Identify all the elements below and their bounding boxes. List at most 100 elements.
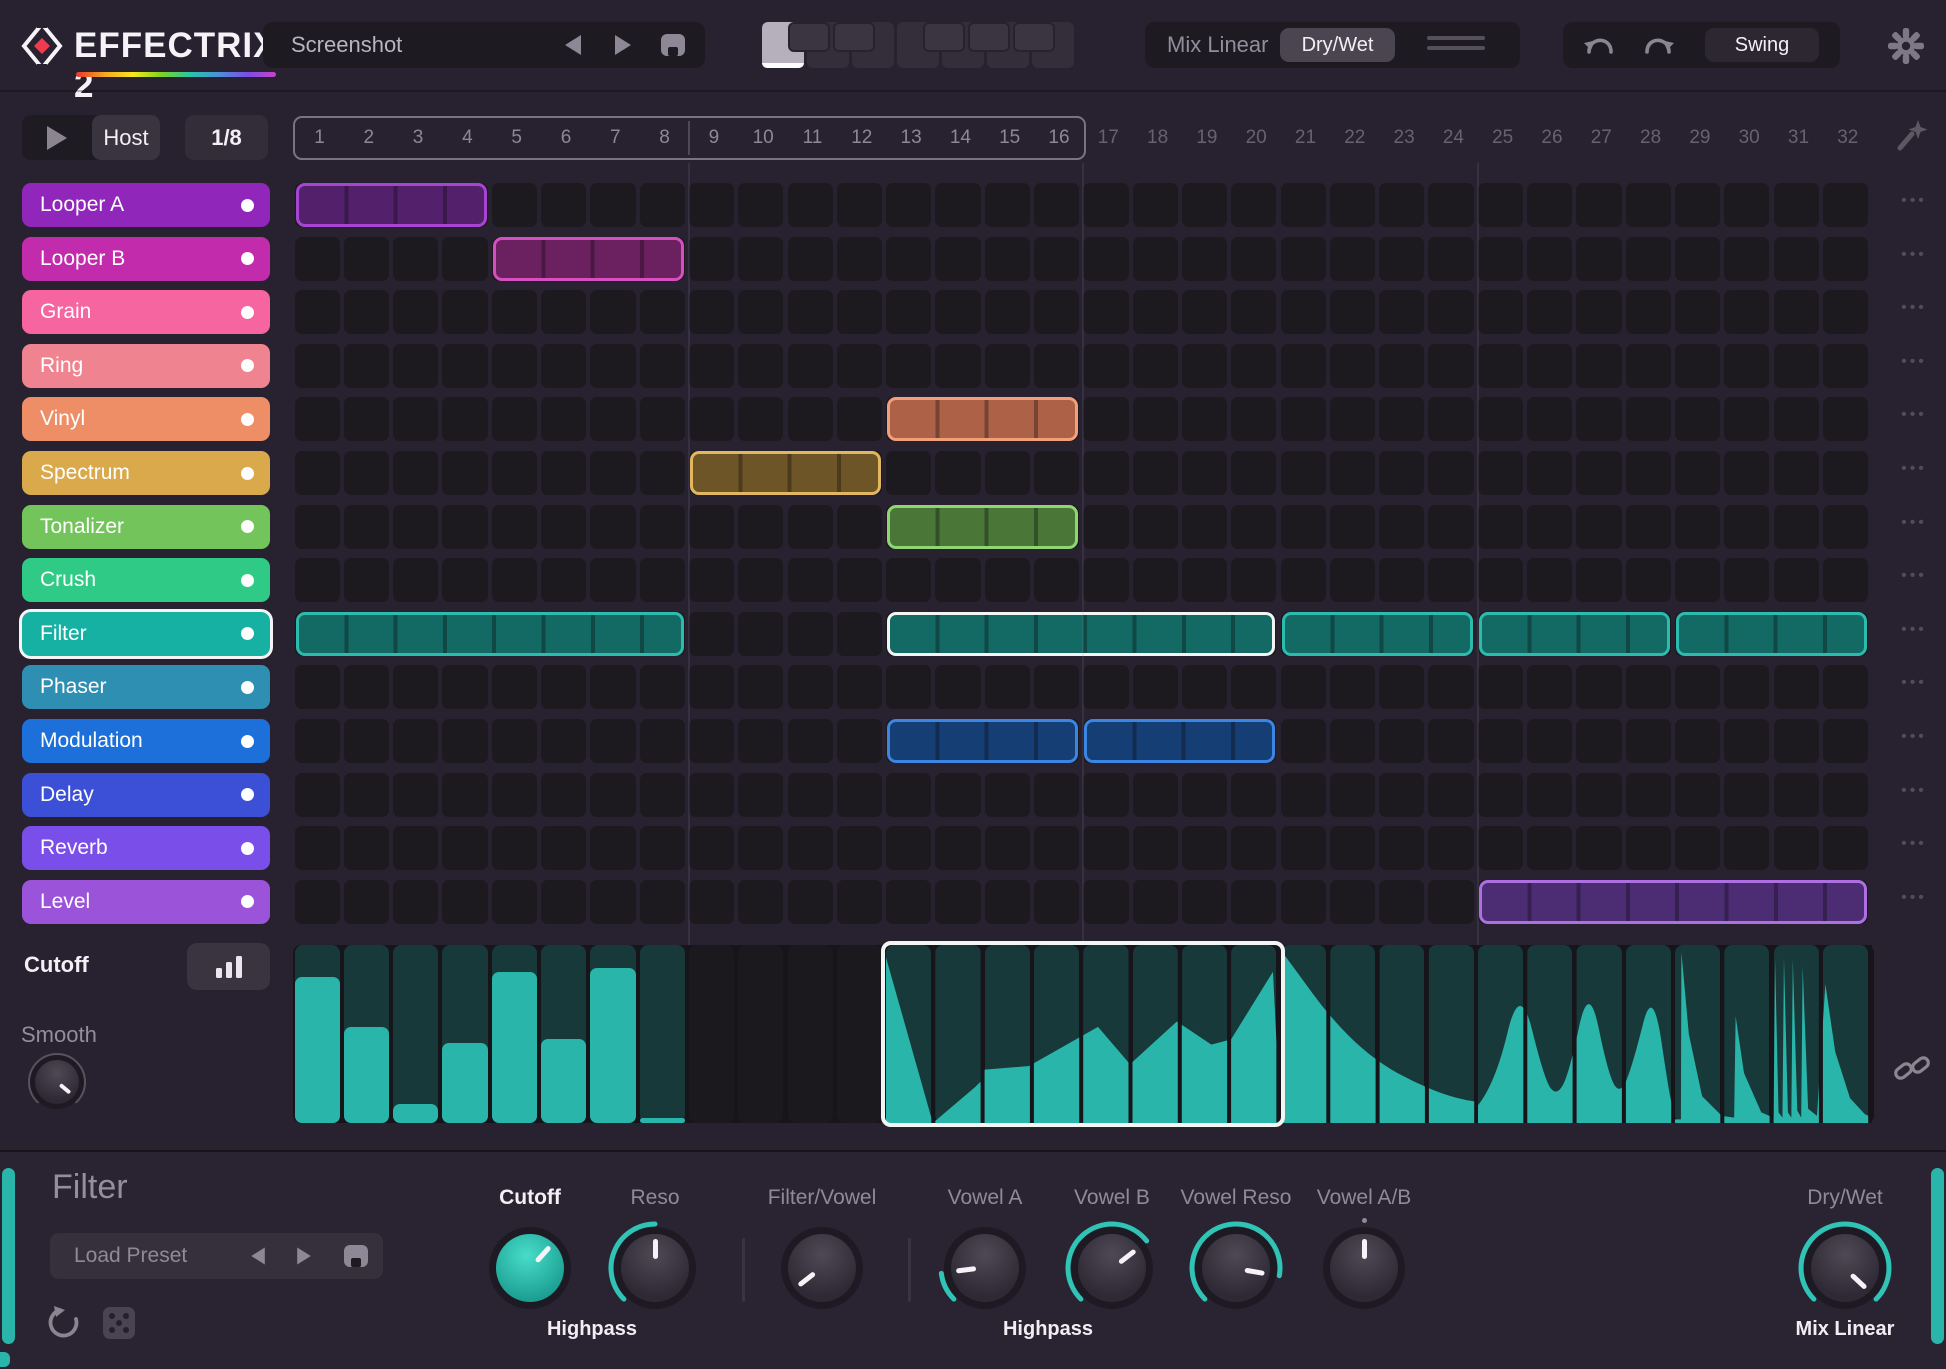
grid-cell[interactable] xyxy=(1625,397,1671,442)
grid-cell[interactable] xyxy=(1773,343,1819,388)
grid-cell[interactable] xyxy=(590,451,636,495)
grid-cell[interactable] xyxy=(590,772,636,817)
track-button-filter[interactable]: Filter xyxy=(22,611,270,656)
grid-cell[interactable] xyxy=(294,558,340,603)
grid-cell[interactable] xyxy=(1625,665,1671,710)
grid-cell[interactable] xyxy=(1477,290,1523,335)
grid-cell[interactable] xyxy=(1822,343,1869,388)
grid-cell[interactable] xyxy=(1132,879,1178,924)
grid-cell[interactable] xyxy=(1034,772,1080,817)
grid-cell[interactable] xyxy=(836,558,883,603)
play-button[interactable] xyxy=(22,115,92,160)
grid-cell[interactable] xyxy=(1329,719,1376,763)
grid-cell[interactable] xyxy=(294,665,340,710)
step-number[interactable]: 32 xyxy=(1823,116,1873,160)
grid-cell[interactable] xyxy=(688,343,735,388)
grid-cell[interactable] xyxy=(1083,236,1129,281)
step-number[interactable]: 18 xyxy=(1133,116,1183,160)
grid-cell[interactable] xyxy=(886,451,932,495)
grid-cell[interactable] xyxy=(1477,665,1523,710)
grid-cell[interactable] xyxy=(1822,558,1869,603)
grid-cell[interactable] xyxy=(738,826,784,871)
grid-cell[interactable] xyxy=(1625,451,1671,495)
track-menu-icon[interactable]: ••• xyxy=(1892,192,1936,210)
grid-cell[interactable] xyxy=(1477,343,1523,388)
grid-cell[interactable] xyxy=(1231,504,1277,549)
grid-cell[interactable] xyxy=(1822,719,1869,763)
grid-cell[interactable] xyxy=(1132,451,1178,495)
step-number[interactable]: 30 xyxy=(1724,116,1774,160)
grid-cell[interactable] xyxy=(541,879,587,924)
track-button-modulation[interactable]: Modulation xyxy=(22,719,270,763)
sequence-block[interactable] xyxy=(689,451,882,495)
grid-cell[interactable] xyxy=(442,826,488,871)
panel-preset-label[interactable]: Load Preset xyxy=(74,1244,187,1268)
grid-cell[interactable] xyxy=(935,451,981,495)
step-number[interactable]: 10 xyxy=(738,116,788,160)
grid-cell[interactable] xyxy=(836,665,883,710)
track-menu-icon[interactable]: ••• xyxy=(1892,246,1936,264)
grid-cell[interactable] xyxy=(639,343,685,388)
sequence-block[interactable] xyxy=(1478,879,1868,924)
grid-cell[interactable] xyxy=(294,236,340,281)
grid-cell[interactable] xyxy=(541,451,587,495)
grid-cell[interactable] xyxy=(1576,558,1622,603)
grid-cell[interactable] xyxy=(1822,397,1869,442)
grid-cell[interactable] xyxy=(442,451,488,495)
track-enable-dot[interactable] xyxy=(241,252,254,266)
grid-cell[interactable] xyxy=(1724,826,1770,871)
knob-vowel-a-b[interactable] xyxy=(1312,1216,1416,1320)
grid-cell[interactable] xyxy=(442,665,488,710)
grid-cell[interactable] xyxy=(1576,719,1622,763)
grid-cell[interactable] xyxy=(343,879,390,924)
grid-cell[interactable] xyxy=(1132,826,1178,871)
track-enable-dot[interactable] xyxy=(241,734,254,748)
grid-cell[interactable] xyxy=(1329,665,1376,710)
grid-cell[interactable] xyxy=(738,879,784,924)
sequence-block[interactable] xyxy=(887,397,1079,442)
grid-cell[interactable] xyxy=(688,236,735,281)
grid-cell[interactable] xyxy=(886,879,932,924)
grid-cell[interactable] xyxy=(294,343,340,388)
grid-cell[interactable] xyxy=(1527,343,1573,388)
preset-next-button[interactable] xyxy=(615,35,631,55)
grid-cell[interactable] xyxy=(1379,397,1425,442)
grid-cell[interactable] xyxy=(393,719,439,763)
grid-cell[interactable] xyxy=(1181,236,1228,281)
grid-cell[interactable] xyxy=(1329,183,1376,227)
track-enable-dot[interactable] xyxy=(241,573,254,587)
grid-cell[interactable] xyxy=(1773,558,1819,603)
track-menu-icon[interactable]: ••• xyxy=(1892,353,1936,371)
grid-cell[interactable] xyxy=(1773,826,1819,871)
track-enable-dot[interactable] xyxy=(241,466,254,480)
step-number[interactable]: 8 xyxy=(640,116,690,160)
grid-cell[interactable] xyxy=(294,504,340,549)
grid-cell[interactable] xyxy=(1379,826,1425,871)
grid-cell[interactable] xyxy=(343,236,390,281)
grid-cell[interactable] xyxy=(1034,665,1080,710)
grid-cell[interactable] xyxy=(836,183,883,227)
sequence-block[interactable] xyxy=(1281,611,1473,656)
grid-cell[interactable] xyxy=(1329,504,1376,549)
knob-vowel-reso[interactable] xyxy=(1184,1216,1288,1320)
knob-cutoff[interactable] xyxy=(478,1216,582,1320)
grid-cell[interactable] xyxy=(442,343,488,388)
grid-cell[interactable] xyxy=(590,343,636,388)
grid-cell[interactable] xyxy=(1181,290,1228,335)
grid-cell[interactable] xyxy=(393,290,439,335)
lane-selection-frame[interactable] xyxy=(881,941,1286,1127)
grid-cell[interactable] xyxy=(343,665,390,710)
track-menu-icon[interactable]: ••• xyxy=(1892,514,1936,532)
grid-cell[interactable] xyxy=(1822,665,1869,710)
grid-cell[interactable] xyxy=(688,665,735,710)
grid-cell[interactable] xyxy=(984,183,1030,227)
grid-cell[interactable] xyxy=(1625,343,1671,388)
step-number[interactable]: 5 xyxy=(492,116,542,160)
grid-cell[interactable] xyxy=(343,772,390,817)
rate-button[interactable]: 1/8 xyxy=(185,115,268,160)
grid-cell[interactable] xyxy=(787,665,833,710)
grid-cell[interactable] xyxy=(1083,665,1129,710)
grid-cell[interactable] xyxy=(1576,236,1622,281)
track-menu-icon[interactable]: ••• xyxy=(1892,782,1936,800)
grid-cell[interactable] xyxy=(1231,451,1277,495)
